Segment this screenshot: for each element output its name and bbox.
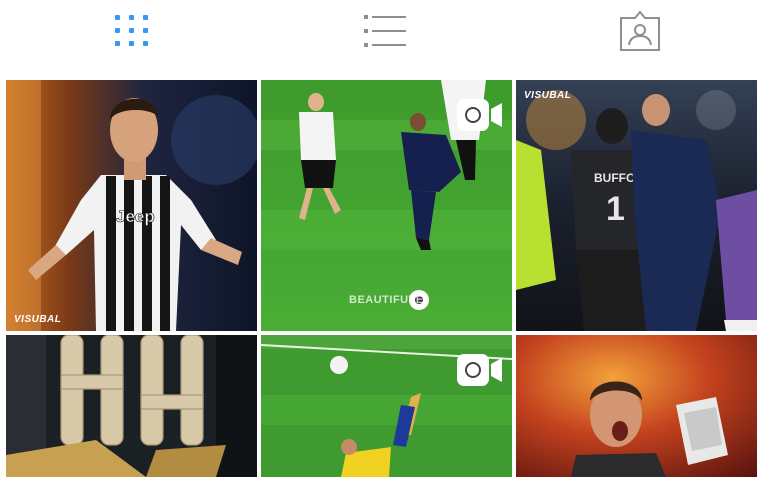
tab-list[interactable] <box>355 6 415 56</box>
video-camera-icon <box>457 354 502 386</box>
watermark: VISUBAL <box>524 90 572 101</box>
list-icon <box>364 15 406 47</box>
post-image <box>516 335 757 477</box>
post-image <box>6 335 257 477</box>
watermark: BEAUTIFUTE <box>349 294 424 306</box>
post-image: Jeep <box>6 80 257 331</box>
video-camera-icon <box>457 99 502 131</box>
jersey-number-text: 1 <box>606 190 625 228</box>
grid-icon <box>115 15 148 46</box>
post-thumbnail-1[interactable]: Jeep VISUBAL <box>6 80 257 331</box>
post-thumbnail-6[interactable] <box>516 335 757 477</box>
post-thumbnail-4[interactable] <box>6 335 257 477</box>
tab-grid[interactable] <box>102 6 162 56</box>
jersey-sponsor-text: Jeep <box>116 207 155 226</box>
posts-grid: Jeep VISUBAL BEAUTIFUTE BUFFON 1 VISUBAL <box>6 80 757 477</box>
post-thumbnail-3[interactable]: BUFFON 1 VISUBAL <box>516 80 757 331</box>
post-thumbnail-5[interactable] <box>261 335 512 477</box>
watermark: VISUBAL <box>14 314 62 325</box>
tab-tagged[interactable] <box>610 6 670 56</box>
post-image: BUFFON 1 <box>516 80 757 331</box>
tagged-icon <box>620 10 660 51</box>
post-thumbnail-2[interactable]: BEAUTIFUTE <box>261 80 512 331</box>
profile-tab-bar <box>0 0 757 62</box>
